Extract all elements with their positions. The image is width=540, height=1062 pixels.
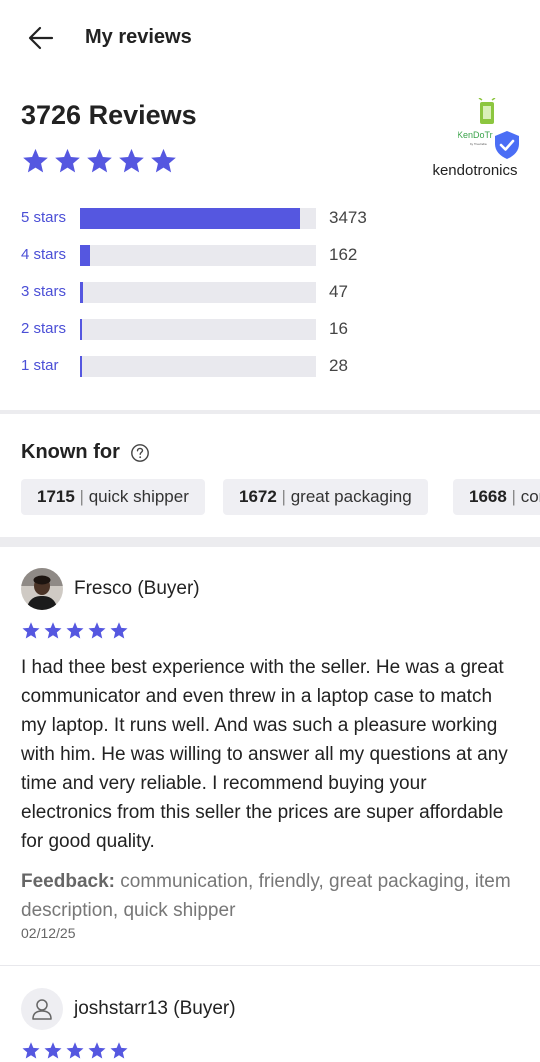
- rating-row[interactable]: 2 stars 16: [21, 317, 521, 343]
- rating-row-label: 5 stars: [21, 209, 67, 226]
- chip-separator: |: [276, 487, 291, 506]
- star-icon: [66, 1042, 84, 1059]
- rating-bar-track: [80, 319, 316, 340]
- seller-logo-text: KenDoTr: [458, 130, 493, 140]
- rating-row[interactable]: 4 stars 162: [21, 243, 521, 269]
- avatar[interactable]: [21, 988, 63, 1030]
- arrow-left-icon: [28, 26, 54, 50]
- review-count: 3726 Reviews: [21, 100, 197, 130]
- review-item: joshstarr13 (Buyer): [21, 988, 521, 1062]
- review-item: Fresco (Buyer) I had thee best experienc…: [21, 568, 521, 948]
- known-for-chip[interactable]: 1672 | great packaging: [223, 479, 428, 515]
- back-button[interactable]: [22, 22, 62, 56]
- review-rating-stars: [21, 1041, 129, 1061]
- rating-row[interactable]: 1 star 28: [21, 354, 521, 380]
- rating-row-count: 28: [329, 356, 348, 375]
- reviewer-name[interactable]: joshstarr13 (Buyer): [74, 998, 236, 1020]
- star-icon: [110, 1042, 128, 1059]
- star-icon: [55, 148, 80, 173]
- chip-label: great packaging: [290, 487, 412, 506]
- rating-bar-track: [80, 356, 316, 377]
- known-for-chip[interactable]: 1715 | quick shipper: [21, 479, 205, 515]
- star-icon: [110, 622, 128, 639]
- feedback-label: Feedback:: [21, 871, 115, 892]
- section-divider: [0, 537, 540, 547]
- rating-row[interactable]: 3 stars 47: [21, 280, 521, 306]
- rating-bar-fill: [80, 245, 90, 266]
- chip-count: 1668: [469, 487, 507, 506]
- rating-row-label: 3 stars: [21, 283, 67, 300]
- rating-bar-fill: [80, 208, 300, 229]
- rating-row-count: 47: [329, 282, 348, 301]
- section-divider: [0, 410, 540, 414]
- star-icon: [66, 622, 84, 639]
- review-feedback: Feedback: communication, friendly, great…: [21, 867, 521, 925]
- star-icon: [44, 622, 62, 639]
- known-for-title: Known for: [21, 441, 120, 463]
- section-divider: [0, 965, 540, 966]
- star-icon: [22, 1042, 40, 1059]
- rating-bar-track: [80, 245, 316, 266]
- seller-profile[interactable]: KenDoTr by TrueIndia kendotronics: [420, 96, 530, 186]
- seller-name: kendotronics: [432, 162, 518, 179]
- rating-bar-fill: [80, 319, 82, 340]
- chip-separator: |: [74, 487, 89, 506]
- chip-label: communication: [520, 487, 540, 506]
- chip-count: 1715: [37, 487, 75, 506]
- rating-row-label: 4 stars: [21, 246, 67, 263]
- rating-bar-fill: [80, 282, 83, 303]
- star-icon: [151, 148, 176, 173]
- chip-label: quick shipper: [88, 487, 189, 506]
- user-icon: [32, 999, 52, 1020]
- star-icon: [88, 1042, 106, 1059]
- star-icon: [23, 148, 48, 173]
- review-text: I had thee best experience with the sell…: [21, 657, 508, 852]
- svg-text:by TrueIndia: by TrueIndia: [470, 142, 487, 146]
- rating-row[interactable]: 5 stars 3473: [21, 206, 521, 232]
- rating-row-count: 162: [329, 245, 358, 264]
- chip-separator: |: [506, 487, 521, 506]
- shield-check-icon: [495, 131, 519, 159]
- rating-row-count: 3473: [329, 208, 367, 227]
- rating-bar-track: [80, 208, 316, 229]
- rating-bar-fill: [80, 356, 82, 377]
- app-header: My reviews: [0, 0, 540, 76]
- rating-row-label: 1 star: [21, 357, 59, 374]
- rating-bar-track: [80, 282, 316, 303]
- review-date: 02/12/25: [21, 925, 76, 941]
- overall-rating-stars: [21, 147, 178, 181]
- known-for-chips: 1715 | quick shipper 1672 | great packagi…: [21, 479, 540, 517]
- star-icon: [22, 622, 40, 639]
- page-title: My reviews: [85, 26, 192, 48]
- star-icon: [87, 148, 112, 173]
- rating-row-count: 16: [329, 319, 348, 338]
- review-rating-stars: [21, 621, 129, 641]
- reviewer-name[interactable]: Fresco (Buyer): [74, 578, 200, 600]
- known-for-chip[interactable]: 1668 | communication: [453, 479, 540, 515]
- question-circle-icon[interactable]: [130, 443, 150, 463]
- rating-row-label: 2 stars: [21, 320, 67, 337]
- avatar[interactable]: [21, 568, 63, 610]
- chip-count: 1672: [239, 487, 277, 506]
- star-icon: [88, 622, 106, 639]
- star-icon: [119, 148, 144, 173]
- star-icon: [44, 1042, 62, 1059]
